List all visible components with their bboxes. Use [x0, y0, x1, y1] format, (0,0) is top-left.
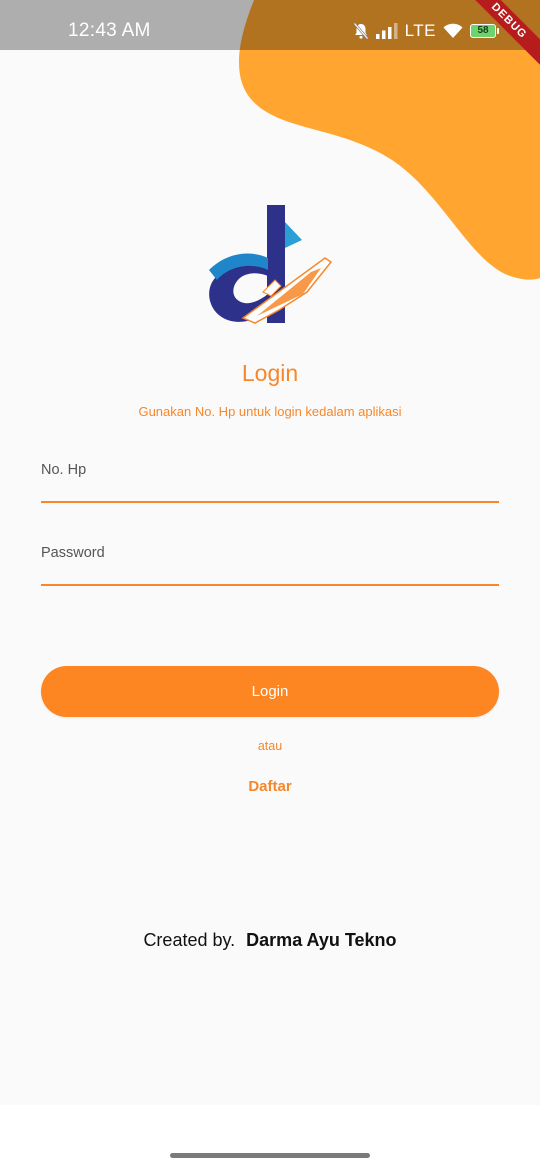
- page-title: Login: [241, 360, 299, 386]
- password-label: Password: [41, 545, 105, 561]
- phone-input[interactable]: [41, 482, 499, 502]
- status-time: 12:43 AM: [68, 20, 151, 41]
- status-icons: LTE 58: [353, 19, 499, 43]
- app-logo: [209, 205, 333, 324]
- phone-label: No. Hp: [41, 462, 87, 478]
- credit-text: Created by. Darma Ayu Tekno: [0, 930, 540, 951]
- mute-icon: [353, 22, 369, 40]
- password-input[interactable]: [41, 565, 499, 585]
- status-bar: 12:43 AM LTE 58: [0, 0, 540, 50]
- register-link[interactable]: Daftar: [230, 778, 310, 795]
- login-screen: 12:43 AM LTE 58 DEBUG Login Gunakan No. …: [0, 0, 540, 1105]
- login-button[interactable]: Login: [41, 666, 499, 717]
- network-type: LTE: [404, 21, 436, 40]
- page-subtitle: Gunakan No. Hp untuk login kedalam aplik…: [138, 404, 402, 419]
- credit-company: Darma Ayu Tekno: [246, 930, 397, 950]
- wifi-icon: [443, 23, 463, 38]
- battery-icon: 58: [470, 24, 499, 38]
- battery-level: 58: [477, 25, 489, 36]
- password-underline: [41, 584, 499, 586]
- signal-icon: [375, 23, 398, 39]
- system-nav-bar: [0, 1105, 540, 1170]
- phone-underline: [41, 501, 499, 503]
- credit-label: Created by.: [143, 930, 236, 950]
- or-separator: atau: [257, 739, 283, 753]
- home-indicator[interactable]: [170, 1153, 370, 1158]
